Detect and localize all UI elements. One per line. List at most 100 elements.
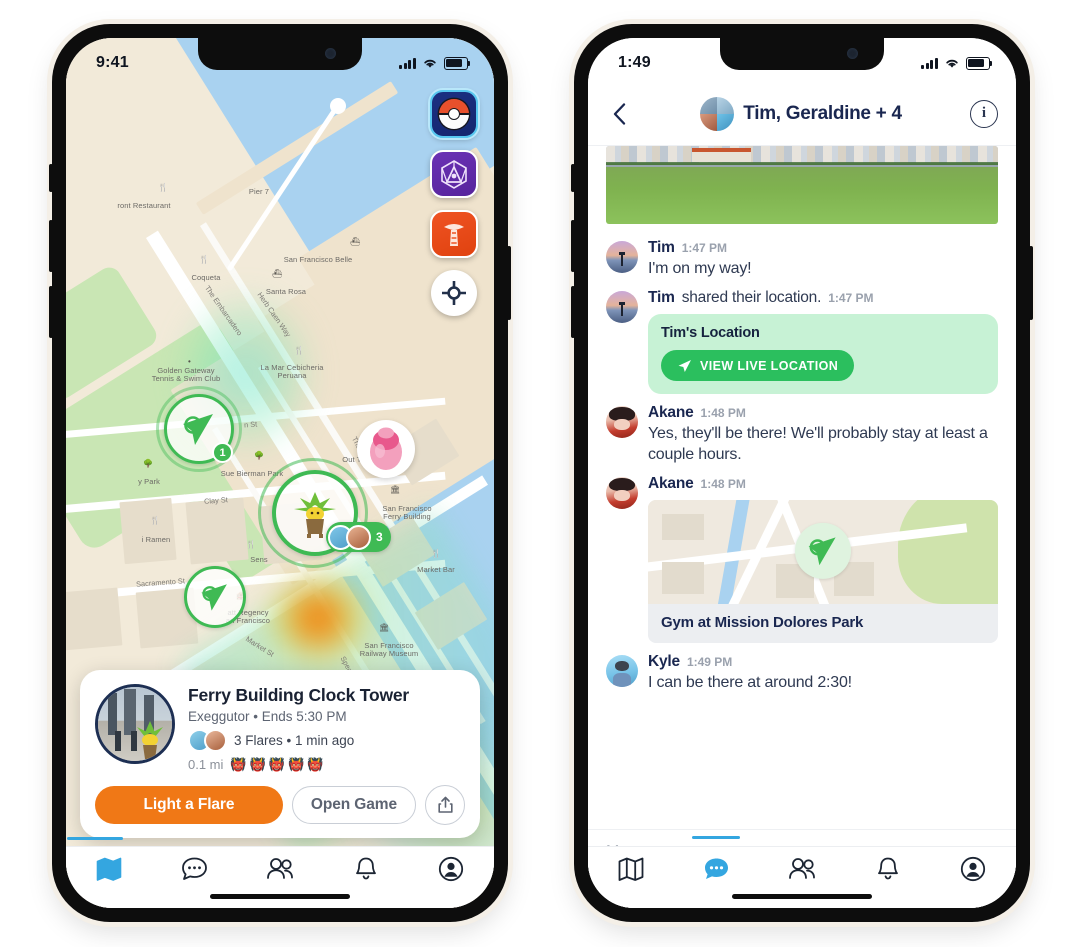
left-screen: Pier 7 San Francisco Belle Santa Rosa Coque… — [66, 38, 494, 908]
message-body: Tim shared their location. 1:47 PM Tim's Lo… — [648, 289, 998, 395]
back-button[interactable] — [606, 101, 632, 127]
map-label: Market Bar — [417, 565, 455, 574]
gym-location-card[interactable]: Gym at Mission Dolores Park — [648, 500, 998, 644]
volume-up-button[interactable] — [49, 220, 53, 272]
volume-up-button[interactable] — [571, 220, 575, 272]
chat-title-group[interactable]: Tim, Geraldine + 4 — [632, 96, 970, 131]
tab-friends[interactable] — [774, 849, 830, 889]
gym-arrow-icon — [808, 537, 836, 566]
locate-me-button[interactable] — [431, 270, 477, 316]
flare-card-top: Ferry Building Clock Tower Exeggutor • E… — [95, 683, 465, 772]
light-a-flare-button[interactable]: Light a Flare — [95, 786, 283, 824]
volume-down-button[interactable] — [49, 286, 53, 338]
akane-avatar[interactable] — [606, 406, 638, 439]
power-button[interactable] — [507, 246, 511, 320]
open-game-button[interactable]: Open Game — [291, 786, 416, 824]
flare-detail-card[interactable]: Ferry Building Clock Tower Exeggutor • E… — [80, 669, 480, 838]
message-location: Tim shared their location. 1:47 PM Tim's Lo… — [588, 284, 1016, 399]
map-label: San Francisco Railway Museum — [359, 641, 419, 659]
tab-chat[interactable] — [166, 849, 222, 889]
flare-card-rating-row: 0.1 mi 👹 👹 👹 👹 👹 — [188, 757, 465, 772]
avatar — [346, 524, 371, 550]
gym-map-park — [898, 500, 998, 605]
chat-bubble-icon — [703, 856, 730, 882]
message-text: Kyle 1:49 PM I can be there at around 2:30… — [588, 648, 1016, 698]
chat-header: Tim, Geraldine + 4 i — [588, 82, 1016, 146]
gym-map-marker — [795, 523, 851, 580]
map-app-launcher — [430, 90, 478, 316]
bell-icon — [876, 856, 900, 882]
message-timestamp: 1:48 PM — [700, 406, 746, 421]
message-system-text: shared their location. — [681, 289, 822, 307]
tab-profile[interactable] — [423, 849, 479, 889]
flare-card-info: Ferry Building Clock Tower Exeggutor • E… — [188, 684, 465, 772]
home-indicator[interactable] — [210, 894, 350, 899]
right-screen: Tim, Geraldine + 4 i Tim 1:47 PM I'm on … — [588, 38, 1016, 908]
volume-down-button[interactable] — [571, 286, 575, 338]
map-marker-raid-egg[interactable] — [357, 420, 415, 478]
front-camera-icon — [847, 48, 858, 59]
message-sender: Akane — [648, 475, 694, 493]
app-button-ingress[interactable] — [430, 150, 478, 198]
phone-left: Pier 7 San Francisco Belle Santa Rosa Coque… — [49, 24, 511, 922]
gym-flare-pill[interactable]: 3 — [326, 522, 391, 552]
chat-info-button[interactable]: i — [970, 99, 998, 128]
message-text: Yes, they'll be there! We'll probably st… — [648, 425, 988, 463]
message-body: Akane 1:48 PM Gym at Mission Dolores Park — [648, 475, 998, 644]
power-button[interactable] — [1029, 246, 1033, 320]
tab-profile[interactable] — [945, 849, 1001, 889]
akane-avatar[interactable] — [606, 477, 638, 510]
tab-notifications[interactable] — [338, 849, 394, 889]
front-camera-icon — [325, 48, 336, 59]
shared-photo[interactable] — [606, 146, 998, 224]
map-icon — [96, 856, 122, 882]
restaurant-poi-icon: 🍴 — [431, 549, 441, 558]
wizards-unite-icon — [444, 224, 464, 246]
group-avatar — [700, 96, 735, 131]
message-list[interactable]: Tim 1:47 PM I'm on my way! Tim shared their … — [588, 146, 1016, 829]
map-marker-gym-center[interactable]: 3 — [258, 458, 391, 568]
message-text: Tim 1:47 PM I'm on my way! — [588, 234, 1016, 284]
participant-avatars — [188, 729, 227, 752]
chat-title: Tim, Geraldine + 4 — [743, 102, 902, 124]
tim-avatar[interactable] — [606, 241, 638, 273]
tab-map[interactable] — [66, 836, 137, 889]
tim-avatar[interactable] — [606, 291, 638, 324]
message-timestamp: 1:47 PM — [681, 241, 728, 255]
paper-plane-icon — [678, 359, 691, 372]
app-button-wizards-unite[interactable] — [430, 210, 478, 258]
map-label: Coqueta — [191, 273, 221, 282]
tab-notifications[interactable] — [860, 849, 916, 889]
avatar — [204, 729, 227, 752]
rating-face-icon: 👹 — [249, 757, 266, 772]
screenshot-stage: Pier 7 San Francisco Belle Santa Rosa Coque… — [0, 0, 1080, 947]
map-marker-gym-south[interactable] — [184, 566, 246, 628]
map-marker-gym-north[interactable]: 1 — [156, 386, 242, 472]
view-live-location-button[interactable]: VIEW LIVE LOCATION — [661, 350, 855, 382]
view-live-location-label: VIEW LIVE LOCATION — [700, 358, 839, 373]
kyle-avatar[interactable] — [606, 655, 638, 688]
tab-friends[interactable] — [252, 849, 308, 889]
home-indicator[interactable] — [732, 894, 872, 899]
app-button-pokemon-go[interactable] — [430, 90, 478, 138]
message-meta: Kyle 1:49 PM — [648, 653, 998, 671]
map-label: i Ramen — [141, 535, 171, 544]
message-meta: Tim 1:47 PM — [648, 239, 998, 257]
silent-switch[interactable] — [571, 164, 575, 192]
share-button[interactable] — [425, 785, 465, 825]
tree-poi-icon: 🌳 — [143, 459, 153, 468]
person-circle-icon — [960, 856, 986, 882]
message-timestamp: 1:48 PM — [700, 477, 746, 492]
map-label: ront Restaurant — [117, 201, 171, 210]
tab-map[interactable] — [603, 849, 659, 889]
map-label: y Park — [138, 477, 160, 486]
map-icon — [618, 856, 644, 882]
silent-switch[interactable] — [49, 164, 53, 192]
live-location-bubble[interactable]: Tim's Location VIEW LIVE LOCATION — [648, 314, 998, 395]
tab-chat[interactable] — [688, 835, 744, 889]
gym-card-map — [648, 500, 998, 605]
gym-map-block — [662, 514, 704, 541]
message-text: I can be there at around 2:30! — [648, 674, 852, 692]
message-meta: Akane 1:48 PM — [648, 475, 998, 493]
map-label: San Francisco Belle — [283, 255, 353, 264]
